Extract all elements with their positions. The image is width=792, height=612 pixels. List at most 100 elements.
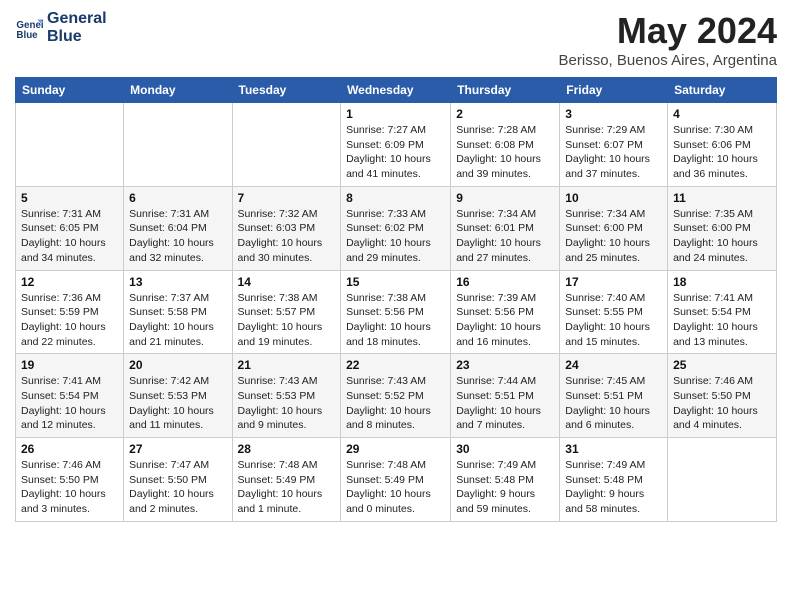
calendar-week-row: 19 Sunrise: 7:41 AM Sunset: 5:54 PM Dayli… [16,354,777,438]
calendar-cell: 13 Sunrise: 7:37 AM Sunset: 5:58 PM Dayli… [124,270,232,354]
day-header-wednesday: Wednesday [341,78,451,103]
calendar-cell [124,103,232,187]
day-detail: Sunrise: 7:37 AM Sunset: 5:58 PM Dayligh… [129,291,226,350]
day-detail: Sunrise: 7:40 AM Sunset: 5:55 PM Dayligh… [565,291,662,350]
day-number: 2 [456,107,554,121]
calendar-cell [16,103,124,187]
day-detail: Sunrise: 7:42 AM Sunset: 5:53 PM Dayligh… [129,374,226,433]
day-detail: Sunrise: 7:44 AM Sunset: 5:51 PM Dayligh… [456,374,554,433]
logo-blue: Blue [47,28,107,46]
calendar-cell: 26Sunrise: 7:46 AM Sunset: 5:50 PM Dayli… [16,438,124,522]
calendar-cell: 7 Sunrise: 7:32 AM Sunset: 6:03 PM Daylig… [232,186,341,270]
day-number: 9 [456,191,554,205]
calendar-cell: 11Sunrise: 7:35 AM Sunset: 6:00 PM Dayli… [668,186,777,270]
day-number: 29 [346,442,445,456]
calendar-cell: 27 Sunrise: 7:47 AM Sunset: 5:50 PM Dayli… [124,438,232,522]
calendar-cell: 23 Sunrise: 7:44 AM Sunset: 5:51 PM Dayli… [451,354,560,438]
calendar-cell: 16 Sunrise: 7:39 AM Sunset: 5:56 PM Dayli… [451,270,560,354]
calendar-cell: 1 Sunrise: 7:27 AM Sunset: 6:09 PM Daylig… [341,103,451,187]
day-number: 8 [346,191,445,205]
day-detail: Sunrise: 7:41 AM Sunset: 5:54 PM Dayligh… [673,291,771,350]
day-number: 10 [565,191,662,205]
day-detail: Sunrise: 7:47 AM Sunset: 5:50 PM Dayligh… [129,458,226,517]
logo: General Blue General Blue [15,10,107,46]
calendar-cell: 22Sunrise: 7:43 AM Sunset: 5:52 PM Dayli… [341,354,451,438]
calendar-cell: 30 Sunrise: 7:49 AM Sunset: 5:48 PM Dayli… [451,438,560,522]
day-detail: Sunrise: 7:43 AM Sunset: 5:53 PM Dayligh… [238,374,336,433]
day-number: 7 [238,191,336,205]
title-block: May 2024 Berisso, Buenos Aires, Argentin… [559,10,777,69]
day-number: 4 [673,107,771,121]
day-number: 31 [565,442,662,456]
day-number: 24 [565,358,662,372]
calendar-week-row: 26Sunrise: 7:46 AM Sunset: 5:50 PM Dayli… [16,438,777,522]
calendar-cell: 28 Sunrise: 7:48 AM Sunset: 5:49 PM Dayli… [232,438,341,522]
month-title: May 2024 [559,10,777,52]
day-detail: Sunrise: 7:48 AM Sunset: 5:49 PM Dayligh… [238,458,336,517]
day-number: 28 [238,442,336,456]
calendar-cell: 14Sunrise: 7:38 AM Sunset: 5:57 PM Dayli… [232,270,341,354]
calendar-cell: 5 Sunrise: 7:31 AM Sunset: 6:05 PM Daylig… [16,186,124,270]
day-number: 3 [565,107,662,121]
calendar-cell: 4 Sunrise: 7:30 AM Sunset: 6:06 PM Daylig… [668,103,777,187]
day-number: 20 [129,358,226,372]
day-header-sunday: Sunday [16,78,124,103]
calendar-cell: 31Sunrise: 7:49 AM Sunset: 5:48 PM Dayli… [560,438,668,522]
day-number: 23 [456,358,554,372]
day-number: 26 [21,442,118,456]
day-number: 6 [129,191,226,205]
day-number: 17 [565,275,662,289]
calendar-cell: 8 Sunrise: 7:33 AM Sunset: 6:02 PM Daylig… [341,186,451,270]
calendar-cell: 15 Sunrise: 7:38 AM Sunset: 5:56 PM Dayli… [341,270,451,354]
day-detail: Sunrise: 7:46 AM Sunset: 5:50 PM Dayligh… [673,374,771,433]
day-number: 19 [21,358,118,372]
calendar-cell: 10Sunrise: 7:34 AM Sunset: 6:00 PM Dayli… [560,186,668,270]
day-header-thursday: Thursday [451,78,560,103]
day-detail: Sunrise: 7:30 AM Sunset: 6:06 PM Dayligh… [673,123,771,182]
day-detail: Sunrise: 7:29 AM Sunset: 6:07 PM Dayligh… [565,123,662,182]
calendar-cell: 19 Sunrise: 7:41 AM Sunset: 5:54 PM Dayli… [16,354,124,438]
day-detail: Sunrise: 7:34 AM Sunset: 6:01 PM Dayligh… [456,207,554,266]
day-number: 30 [456,442,554,456]
day-number: 12 [21,275,118,289]
calendar-cell: 21 Sunrise: 7:43 AM Sunset: 5:53 PM Dayli… [232,354,341,438]
day-detail: Sunrise: 7:28 AM Sunset: 6:08 PM Dayligh… [456,123,554,182]
day-detail: Sunrise: 7:49 AM Sunset: 5:48 PM Dayligh… [456,458,554,517]
day-header-monday: Monday [124,78,232,103]
calendar-cell: 9 Sunrise: 7:34 AM Sunset: 6:01 PM Daylig… [451,186,560,270]
calendar-table: SundayMondayTuesdayWednesdayThursdayFrid… [15,77,777,522]
day-detail: Sunrise: 7:39 AM Sunset: 5:56 PM Dayligh… [456,291,554,350]
day-number: 5 [21,191,118,205]
day-number: 21 [238,358,336,372]
calendar-week-row: 1 Sunrise: 7:27 AM Sunset: 6:09 PM Daylig… [16,103,777,187]
day-header-tuesday: Tuesday [232,78,341,103]
page-header: General Blue General Blue May 2024 Beris… [15,10,777,69]
day-number: 15 [346,275,445,289]
day-number: 16 [456,275,554,289]
day-number: 13 [129,275,226,289]
day-number: 11 [673,191,771,205]
day-detail: Sunrise: 7:27 AM Sunset: 6:09 PM Dayligh… [346,123,445,182]
calendar-cell [668,438,777,522]
day-detail: Sunrise: 7:32 AM Sunset: 6:03 PM Dayligh… [238,207,336,266]
day-detail: Sunrise: 7:38 AM Sunset: 5:56 PM Dayligh… [346,291,445,350]
day-detail: Sunrise: 7:31 AM Sunset: 6:05 PM Dayligh… [21,207,118,266]
day-detail: Sunrise: 7:36 AM Sunset: 5:59 PM Dayligh… [21,291,118,350]
day-number: 14 [238,275,336,289]
day-number: 18 [673,275,771,289]
calendar-cell: 17 Sunrise: 7:40 AM Sunset: 5:55 PM Dayli… [560,270,668,354]
calendar-cell: 2 Sunrise: 7:28 AM Sunset: 6:08 PM Daylig… [451,103,560,187]
day-detail: Sunrise: 7:41 AM Sunset: 5:54 PM Dayligh… [21,374,118,433]
logo-general: General [47,10,107,28]
day-detail: Sunrise: 7:43 AM Sunset: 5:52 PM Dayligh… [346,374,445,433]
day-number: 1 [346,107,445,121]
calendar-cell: 20 Sunrise: 7:42 AM Sunset: 5:53 PM Dayli… [124,354,232,438]
location: Berisso, Buenos Aires, Argentina [559,52,777,69]
day-detail: Sunrise: 7:31 AM Sunset: 6:04 PM Dayligh… [129,207,226,266]
svg-text:Blue: Blue [16,30,38,41]
day-detail: Sunrise: 7:33 AM Sunset: 6:02 PM Dayligh… [346,207,445,266]
calendar-cell: 18 Sunrise: 7:41 AM Sunset: 5:54 PM Dayli… [668,270,777,354]
calendar-week-row: 12 Sunrise: 7:36 AM Sunset: 5:59 PM Dayli… [16,270,777,354]
day-number: 27 [129,442,226,456]
calendar-cell: 12 Sunrise: 7:36 AM Sunset: 5:59 PM Dayli… [16,270,124,354]
